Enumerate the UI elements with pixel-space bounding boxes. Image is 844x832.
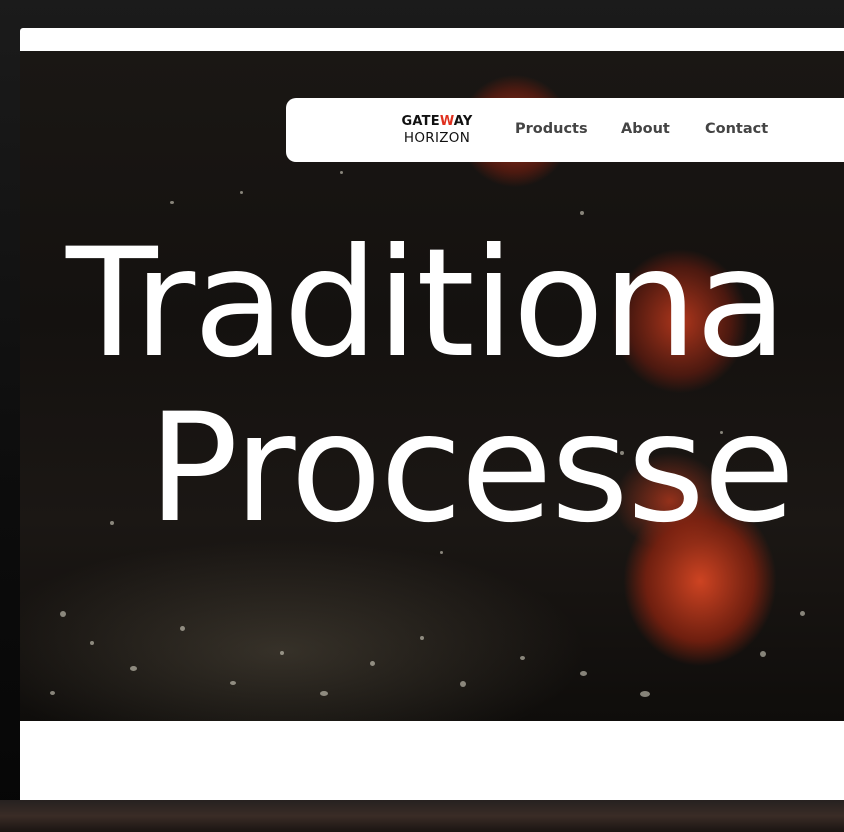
laptop-base	[0, 800, 844, 832]
brand-logo-top: GATEWAY	[401, 114, 473, 130]
hero-video-background: GATEWAY HORIZON Products About Contact T…	[20, 51, 844, 721]
brand-logo[interactable]: GATEWAY HORIZON	[394, 110, 480, 150]
browser-viewport: GATEWAY HORIZON Products About Contact T…	[20, 28, 844, 800]
nav-link-about[interactable]: About	[621, 121, 670, 137]
hero-headline-line2: Processe	[148, 382, 795, 556]
nav-link-contact[interactable]: Contact	[705, 121, 768, 137]
hero-headline-line1: Traditiona	[66, 217, 787, 391]
content-below-hero	[20, 721, 844, 800]
top-navbar: GATEWAY HORIZON Products About Contact	[286, 98, 844, 162]
brand-logo-bottom: HORIZON	[403, 129, 471, 146]
nav-link-products[interactable]: Products	[515, 121, 588, 137]
